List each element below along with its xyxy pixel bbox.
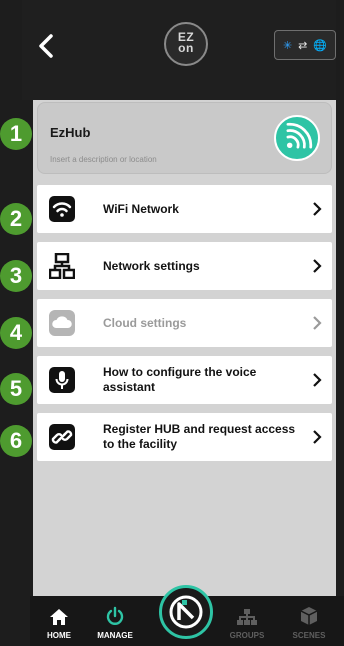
chevron-right-icon bbox=[313, 202, 322, 216]
step-badge: 4 bbox=[0, 317, 32, 349]
chevron-right-icon bbox=[313, 316, 322, 330]
network-icon bbox=[49, 253, 75, 279]
step-badge: 3 bbox=[0, 260, 32, 292]
nav-home[interactable]: HOME bbox=[34, 608, 84, 640]
nav-scenes-label: SCENES bbox=[292, 631, 326, 640]
nav-groups[interactable]: GROUPS bbox=[222, 608, 272, 640]
connectivity-status[interactable]: ✳ ⇄ 🌐 bbox=[274, 30, 336, 60]
menu-item-voice-assistant[interactable]: How to configure the voice assistant bbox=[37, 356, 332, 404]
nav-scenes[interactable]: SCENES bbox=[284, 606, 334, 640]
menu-item-label: Cloud settings bbox=[103, 315, 187, 330]
chevron-right-icon bbox=[313, 373, 322, 387]
settings-menu: WiFi Network Network settings Cloud sett… bbox=[37, 185, 332, 470]
hub-card[interactable]: EzHub Insert a description or location bbox=[37, 102, 332, 174]
power-icon bbox=[106, 606, 124, 625]
groups-icon bbox=[237, 609, 257, 625]
cube-icon bbox=[300, 607, 318, 625]
top-bar: EZ on ✳ ⇄ 🌐 bbox=[22, 0, 336, 100]
hub-name: EzHub bbox=[50, 125, 91, 140]
menu-item-register-hub[interactable]: Register HUB and request access to the f… bbox=[37, 413, 332, 461]
brand-logo: EZ on bbox=[164, 22, 208, 66]
hub-wifi-icon[interactable] bbox=[274, 115, 320, 161]
nav-groups-label: GROUPS bbox=[229, 631, 265, 640]
app-screen: EZ on ✳ ⇄ 🌐 EzHub Insert a description o… bbox=[0, 0, 344, 646]
nav-home-label: HOME bbox=[47, 631, 71, 640]
menu-item-label: How to configure the voice assistant bbox=[103, 365, 257, 394]
menu-item-cloud[interactable]: Cloud settings bbox=[37, 299, 332, 347]
menu-item-label: WiFi Network bbox=[103, 201, 179, 216]
settings-panel: EzHub Insert a description or location W… bbox=[33, 100, 336, 596]
microphone-icon bbox=[49, 367, 75, 393]
nav-manage[interactable]: MANAGE bbox=[90, 606, 140, 640]
globe-icon: 🌐 bbox=[313, 39, 328, 52]
nav-manage-label: MANAGE bbox=[97, 631, 133, 640]
central-action-button[interactable] bbox=[159, 585, 213, 639]
link-icon bbox=[49, 424, 75, 450]
menu-item-label: Network settings bbox=[103, 258, 200, 273]
back-arrow-icon[interactable] bbox=[32, 28, 62, 64]
home-icon bbox=[50, 609, 68, 625]
step-badge: 5 bbox=[0, 373, 32, 405]
brand-action-icon bbox=[169, 595, 203, 629]
menu-item-network[interactable]: Network settings bbox=[37, 242, 332, 290]
menu-item-wifi[interactable]: WiFi Network bbox=[37, 185, 332, 233]
bluetooth-icon: ✳ bbox=[282, 39, 293, 52]
step-badge: 6 bbox=[0, 425, 32, 457]
menu-item-label: Register HUB and request access to the f… bbox=[103, 422, 296, 451]
chevron-right-icon bbox=[313, 430, 322, 444]
chevron-right-icon bbox=[313, 259, 322, 273]
step-badge: 1 bbox=[0, 118, 32, 150]
cloud-icon bbox=[49, 310, 75, 336]
sync-icon: ⇄ bbox=[298, 39, 308, 52]
step-badge: 2 bbox=[0, 203, 32, 235]
wifi-icon bbox=[49, 196, 75, 222]
logo-text-bottom: on bbox=[178, 41, 194, 55]
hub-description[interactable]: Insert a description or location bbox=[50, 155, 157, 164]
